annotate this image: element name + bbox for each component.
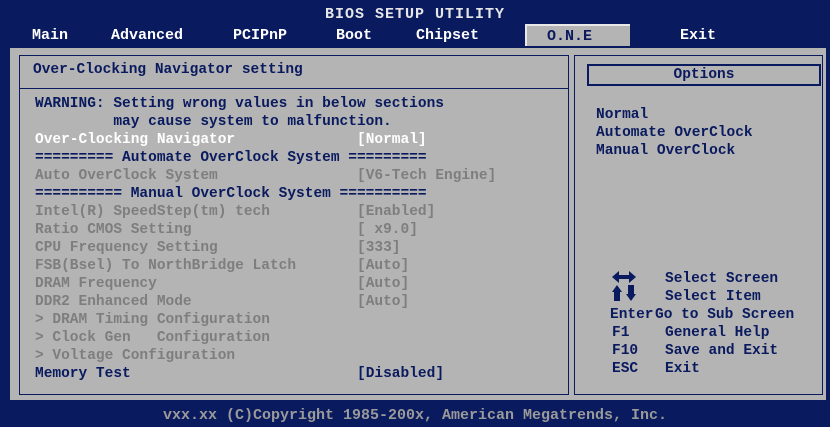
heading-divider xyxy=(20,88,568,89)
f10-key: F10 xyxy=(612,343,639,359)
fsb-latch-value: [Auto] xyxy=(357,258,410,274)
dram-frequency-label: DRAM Frequency xyxy=(35,276,157,292)
up-down-arrow-icon xyxy=(612,285,636,301)
ddr2-enhanced-mode-label: DDR2 Enhanced Mode xyxy=(35,294,192,310)
menu-chipset[interactable]: Chipset xyxy=(416,26,479,46)
option-normal[interactable]: Normal xyxy=(596,106,648,124)
auto-overclock-system-label: Auto OverClock System xyxy=(35,168,218,184)
warning-line-2: may cause system to malfunction. xyxy=(35,114,392,130)
menu-boot[interactable]: Boot xyxy=(336,26,372,46)
memory-test-value[interactable]: [Disabled] xyxy=(357,365,444,383)
speedstep-label: Intel(R) SpeedStep(tm) tech xyxy=(35,204,270,220)
enter-help: Go to Sub Screen xyxy=(655,307,795,323)
bios-title: BIOS SETUP UTILITY xyxy=(324,6,506,23)
voltage-submenu: > Voltage Configuration xyxy=(35,348,236,364)
enter-key: Enter xyxy=(610,307,654,323)
over-clocking-navigator-label[interactable]: Over-Clocking Navigator xyxy=(35,131,235,149)
auto-overclock-system-value: [V6-Tech Engine] xyxy=(357,168,497,184)
speedstep-value: [Enabled] xyxy=(357,204,436,220)
menu-exit[interactable]: Exit xyxy=(680,26,716,46)
cpu-frequency-label: CPU Frequency Setting xyxy=(35,240,218,256)
esc-key: ESC xyxy=(612,361,639,377)
over-clocking-navigator-value[interactable]: [Normal] xyxy=(357,131,427,149)
ratio-cmos-label: Ratio CMOS Setting xyxy=(35,222,192,238)
menu-advanced[interactable]: Advanced xyxy=(111,26,183,46)
esc-help: Exit xyxy=(665,361,700,377)
warning-line-1: WARNING: Setting wrong values in below s… xyxy=(35,96,444,112)
option-automate-overclock[interactable]: Automate OverClock xyxy=(596,124,753,142)
fsb-latch-label: FSB(Bsel) To NorthBridge Latch xyxy=(35,258,297,274)
manual-section-separator: ========== Manual OverClock System =====… xyxy=(35,186,427,202)
memory-test-label[interactable]: Memory Test xyxy=(35,365,131,383)
left-right-arrow-icon xyxy=(612,271,636,283)
menu-pcipnp[interactable]: PCIPnP xyxy=(233,26,287,46)
f10-help: Save and Exit xyxy=(665,343,779,359)
menu-one[interactable]: O.N.E xyxy=(525,24,630,46)
cpu-frequency-value: [333] xyxy=(357,240,401,256)
ratio-cmos-value: [ x9.0] xyxy=(357,222,418,238)
dram-timing-submenu: > DRAM Timing Configuration xyxy=(35,312,270,328)
copyright-text: vxx.xx (C)Copyright 1985-200x, American … xyxy=(162,407,668,424)
section-heading: Over-Clocking Navigator setting xyxy=(33,62,303,78)
automate-section-separator: ========= Automate OverClock System ====… xyxy=(35,150,427,166)
ddr2-enhanced-mode-value: [Auto] xyxy=(357,294,410,310)
f1-help: General Help xyxy=(665,325,770,341)
option-manual-overclock[interactable]: Manual OverClock xyxy=(596,142,735,160)
dram-frequency-value: [Auto] xyxy=(357,276,410,292)
select-screen-help: Select Screen xyxy=(665,271,779,287)
menu-main[interactable]: Main xyxy=(32,26,68,46)
select-item-help: Select Item xyxy=(665,289,761,305)
clock-gen-submenu: > Clock Gen Configuration xyxy=(35,330,270,346)
f1-key: F1 xyxy=(612,325,630,341)
options-title: Options xyxy=(587,64,821,86)
